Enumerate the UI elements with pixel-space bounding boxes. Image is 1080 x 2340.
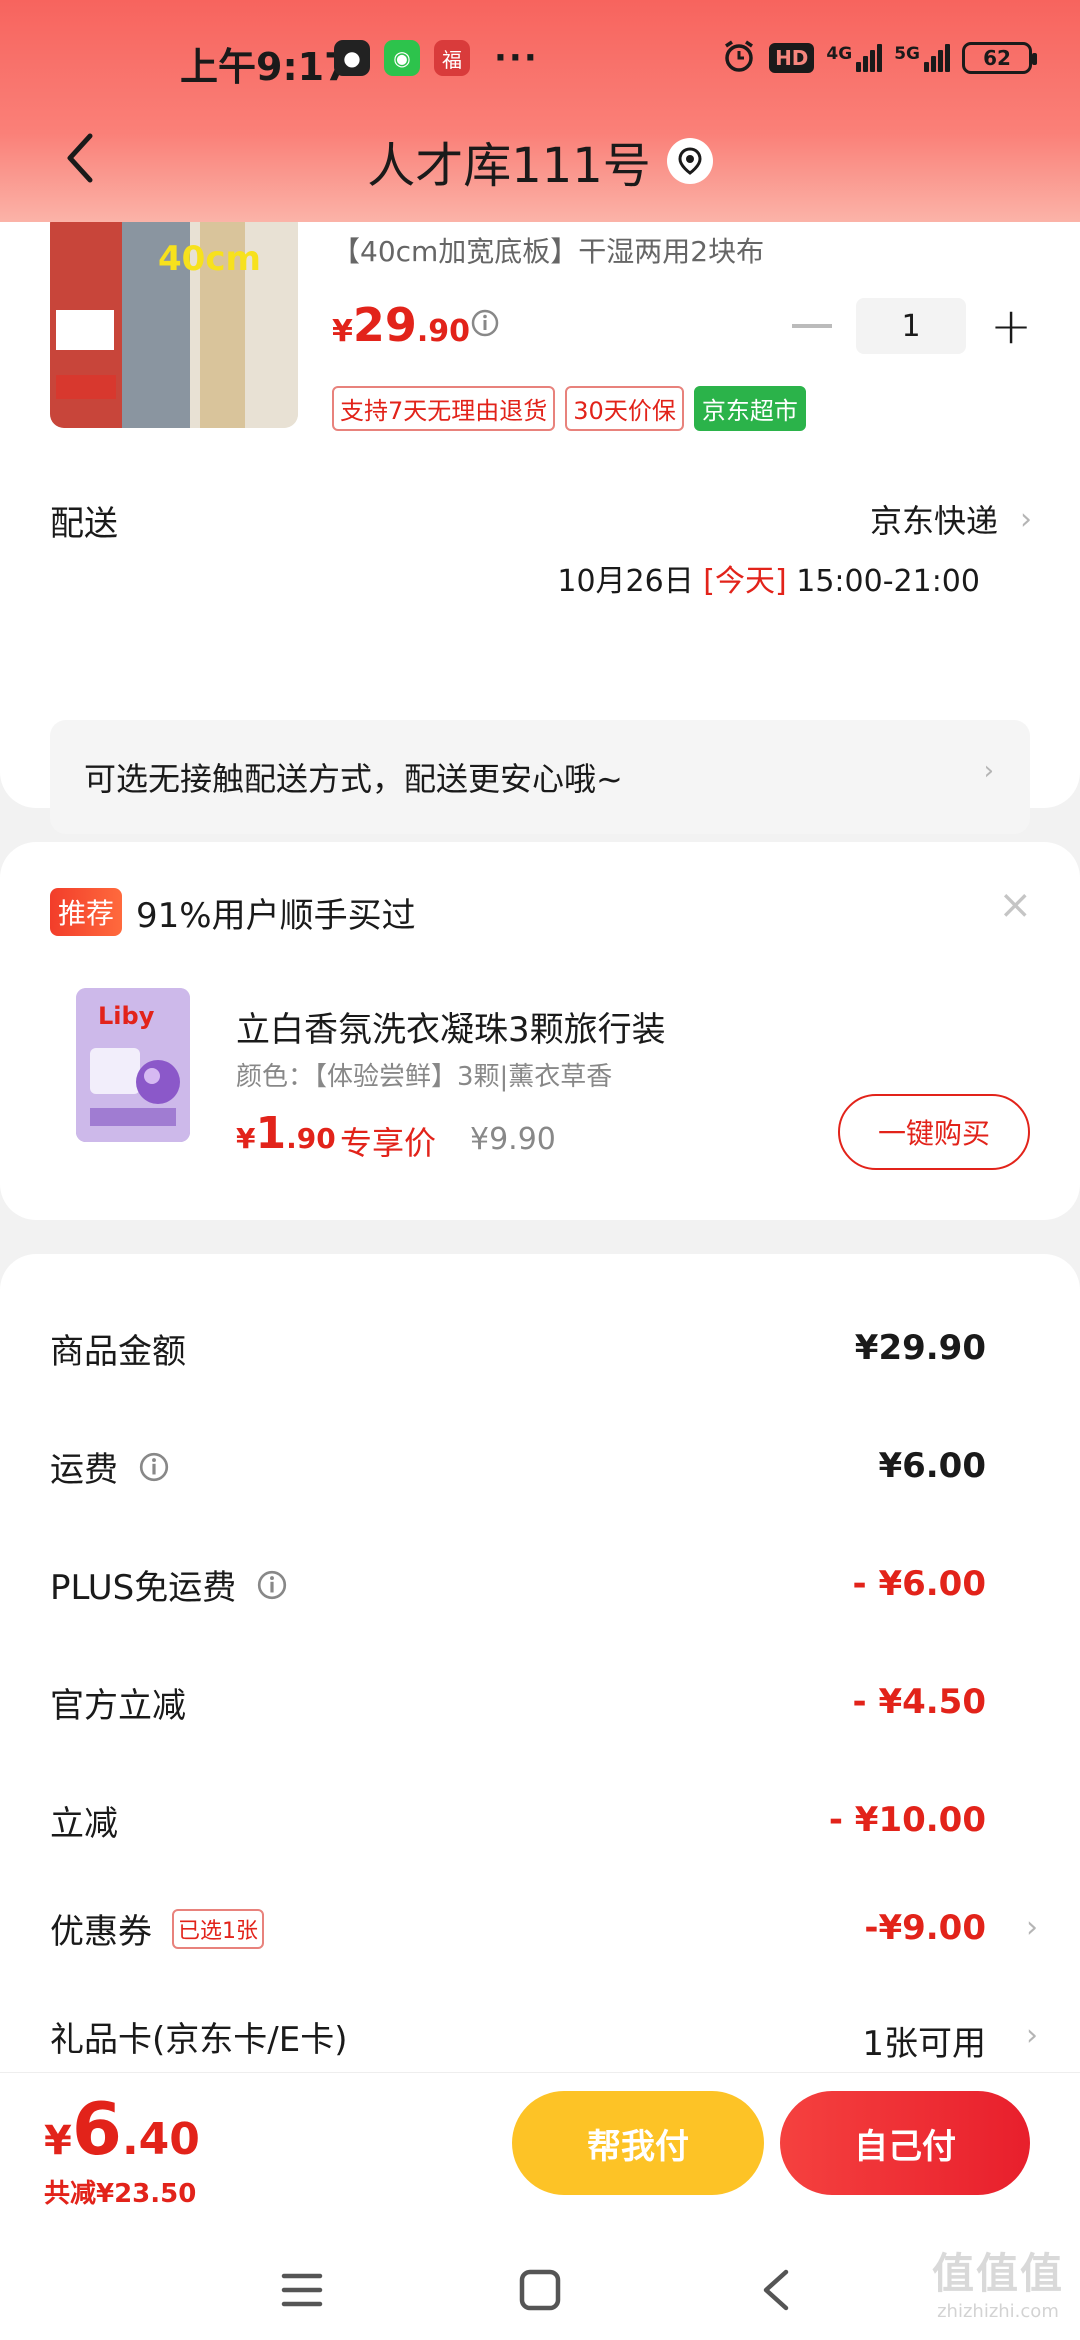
instant-discount-label: 立减 <box>50 1804 118 1844</box>
official-discount-label: 官方立减 <box>50 1686 186 1726</box>
tag-jd-supermarket: 京东超市 <box>693 386 806 431</box>
plus-free-shipping-row: PLUS免运费 - ¥6.00 <box>50 1560 986 1620</box>
goods-amount-row: 商品金额 ¥29.90 <box>50 1324 986 1384</box>
freight-value: ¥6.00 <box>878 1446 986 1486</box>
tag-price-protect: 30天价保 <box>565 386 684 431</box>
recommend-product-name[interactable]: 立白香氛洗衣凝珠3颗旅行装 <box>236 1002 666 1051</box>
product-description: 【40cm加宽底板】干湿两用2块布 <box>332 235 765 268</box>
system-back-button[interactable] <box>746 2260 806 2320</box>
recommend-image-brand: Liby <box>98 1002 155 1030</box>
hd-voice-icon: HD <box>769 43 815 73</box>
info-icon[interactable] <box>256 1569 288 1601</box>
recommend-price: ¥1.90 <box>236 1108 336 1159</box>
chevron-right-icon: › <box>1020 501 1032 537</box>
coupon-label: 优惠券 <box>50 1912 152 1952</box>
official-discount-row: 官方立减 - ¥4.50 <box>50 1678 986 1738</box>
product-price: ¥29.90 <box>332 298 471 352</box>
checkout-bar: ¥6.40 共减¥23.50 帮我付 自己付 <box>0 2072 1080 2218</box>
quantity-stepper: 1 + <box>792 298 1032 354</box>
price-breakdown-card: 商品金额 ¥29.90 运费 ¥6.00 PLUS免运费 - ¥6.00 官方立… <box>0 1254 1080 2154</box>
alarm-icon <box>721 38 757 78</box>
signal-5g-icon: 5G <box>894 44 950 72</box>
freight-label: 运费 <box>50 1450 118 1490</box>
contactless-text: 可选无接触配送方式，配送更安心哦~ <box>84 760 623 798</box>
location-pin-icon <box>678 147 702 175</box>
instant-discount-value: - ¥10.00 <box>828 1800 986 1840</box>
app-notification-icon: ● <box>334 40 370 76</box>
product-tags: 支持7天无理由退货 30天价保 京东超市 <box>332 386 806 431</box>
gift-card-label: 礼品卡(京东卡/E卡) <box>50 2020 348 2060</box>
wechat-icon: ◉ <box>384 40 420 76</box>
pay-myself-button[interactable]: 自己付 <box>780 2091 1030 2195</box>
back-triangle-icon <box>763 2269 789 2311</box>
status-time: 上午9:17 <box>180 45 351 89</box>
signal-4g-icon: 4G <box>826 44 883 72</box>
watermark-url: zhizhizhi.com <box>937 2301 1059 2322</box>
menu-icon <box>281 2273 323 2307</box>
plus-free-shipping-label: PLUS免运费 <box>50 1568 237 1608</box>
chevron-right-icon: › <box>983 756 994 786</box>
one-click-buy-button[interactable]: 一键购买 <box>838 1094 1030 1170</box>
price-info-icon[interactable] <box>470 308 500 342</box>
original-price: ¥9.90 <box>470 1122 556 1157</box>
nav-bar: 人才库111号 <box>0 118 1080 198</box>
coupon-value: -¥9.00 <box>864 1908 986 1948</box>
total-saved: 共减¥23.50 <box>44 2179 197 2209</box>
system-nav-bar <box>0 2218 1080 2340</box>
close-icon[interactable]: × <box>998 882 1032 928</box>
more-notifications-icon: ··· <box>494 38 539 78</box>
goods-amount-value: ¥29.90 <box>854 1328 986 1368</box>
quantity-minus-button[interactable] <box>792 324 833 328</box>
product-image-badge: 40cm <box>158 239 261 279</box>
top-header: 上午9:17 ● ◉ 福 ··· HD 4G 5G 62 人才库111号 <box>0 0 1080 222</box>
delivery-method: 京东快递 <box>869 502 998 540</box>
watermark: 值值值 zhizhizhi.com <box>932 2240 1064 2322</box>
plus-free-shipping-value: - ¥6.00 <box>852 1564 987 1604</box>
freight-row: 运费 ¥6.00 <box>50 1442 986 1502</box>
page-title: 人才库111号 <box>367 138 651 194</box>
coupon-selected-tag: 已选1张 <box>172 1908 264 1949</box>
exclusive-price-label: 专享价 <box>340 1124 437 1162</box>
recommendation-card: 推荐 91%用户顺手买过 × Liby 立白香氛洗衣凝珠3颗旅行装 颜色：【体验… <box>0 842 1080 1220</box>
delivery-label: 配送 <box>50 504 118 544</box>
quantity-plus-button[interactable]: + <box>990 301 1032 351</box>
recommend-product-image[interactable]: Liby <box>76 988 190 1142</box>
tag-return: 支持7天无理由退货 <box>332 386 556 431</box>
contactless-delivery-row[interactable]: 可选无接触配送方式，配送更安心哦~ › <box>50 720 1030 834</box>
status-bar: 上午9:17 ● ◉ 福 ··· HD 4G 5G 62 <box>0 32 1080 92</box>
battery-icon: 62 <box>962 42 1037 74</box>
quantity-input[interactable]: 1 <box>856 298 967 354</box>
recommend-badge: 推荐 <box>50 888 123 936</box>
home-square-icon <box>519 2269 561 2311</box>
recommend-product-spec: 颜色：【体验尝鲜】3颗|薰衣草香 <box>236 1062 613 1092</box>
instant-discount-row: 立减 - ¥10.00 <box>50 1796 986 1856</box>
app-icon: 福 <box>434 40 470 76</box>
product-card: 40cm 【40cm加宽底板】干湿两用2块布 ¥29.90 1 + 支持7天无理… <box>0 150 1080 834</box>
home-button[interactable] <box>510 2260 570 2320</box>
chevron-right-icon: › <box>1026 2018 1038 2053</box>
delivery-time: 10月26日 [今天] 15:00-21:00 <box>557 564 980 599</box>
delivery-row[interactable]: 配送 京东快递 › 10月26日 [今天] 15:00-21:00 <box>50 496 1032 600</box>
coupon-row[interactable]: 优惠券 已选1张 -¥9.00 › <box>50 1904 1038 1964</box>
chevron-right-icon: › <box>1026 1910 1038 1945</box>
location-button[interactable] <box>666 138 713 184</box>
watermark-logo: 值值值 <box>931 2249 1064 2298</box>
official-discount-value: - ¥4.50 <box>852 1682 987 1722</box>
gift-card-row[interactable]: 礼品卡(京东卡/E卡) 1张可用 › <box>50 2012 1038 2072</box>
gift-card-value: 1张可用 <box>862 2024 986 2064</box>
help-me-pay-button[interactable]: 帮我付 <box>512 2091 764 2195</box>
total-price: ¥6.40 <box>44 2087 200 2171</box>
recommend-title: 91%用户顺手买过 <box>136 896 416 936</box>
menu-button[interactable] <box>272 2260 332 2320</box>
goods-amount-label: 商品金额 <box>50 1332 186 1372</box>
info-icon[interactable] <box>138 1451 170 1483</box>
product-image[interactable]: 40cm <box>50 210 298 428</box>
